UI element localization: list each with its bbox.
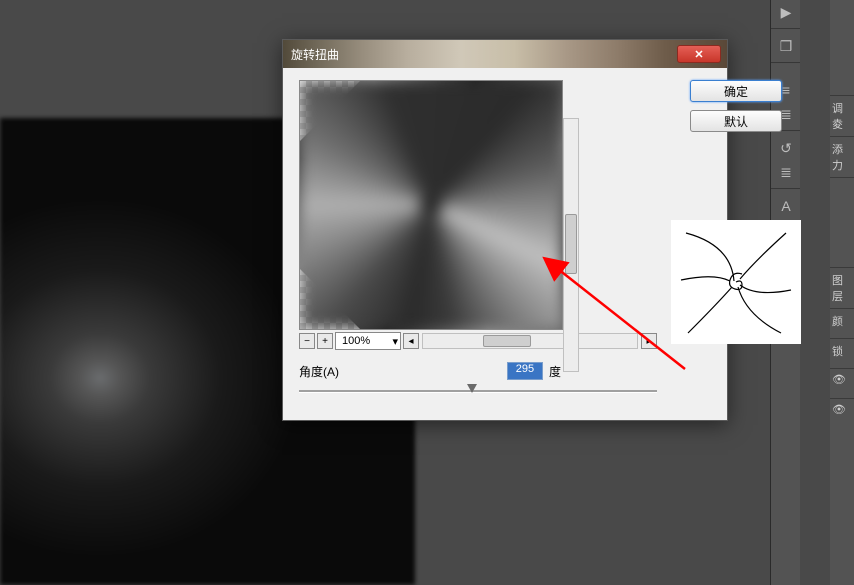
close-icon: ✕ bbox=[694, 48, 703, 61]
swirl-preview bbox=[300, 81, 562, 329]
twirl-diagram-icon bbox=[671, 220, 801, 344]
panel-adjust[interactable]: 调夌 bbox=[830, 95, 854, 136]
zoom-out-button[interactable]: − bbox=[299, 333, 315, 349]
zoom-in-button[interactable]: + bbox=[317, 333, 333, 349]
play-icon[interactable]: ▶ bbox=[771, 0, 801, 24]
vscroll-thumb[interactable] bbox=[565, 214, 577, 274]
default-button[interactable]: 默认 bbox=[690, 110, 782, 132]
angle-input[interactable]: 295 bbox=[507, 362, 543, 380]
preview-image bbox=[299, 80, 563, 330]
twirl-dialog: 旋转扭曲 ✕ − + 100% ▾ ◂ bbox=[282, 39, 728, 421]
ok-button[interactable]: 确定 bbox=[690, 80, 782, 102]
panel-lock[interactable]: 锁 bbox=[830, 338, 854, 368]
dialog-titlebar[interactable]: 旋转扭曲 ✕ bbox=[283, 40, 727, 68]
angle-unit: 度 bbox=[549, 363, 561, 380]
hscroll[interactable] bbox=[422, 333, 638, 349]
cube-icon[interactable]: ❒ bbox=[771, 34, 801, 58]
panel-spacer bbox=[830, 177, 854, 267]
chevron-down-icon: ▾ bbox=[392, 335, 398, 348]
panel-layers[interactable]: 图层 bbox=[830, 267, 854, 308]
dialog-title: 旋转扭曲 bbox=[291, 46, 339, 63]
panel-add[interactable]: 添力 bbox=[830, 136, 854, 177]
angle-slider[interactable] bbox=[299, 384, 657, 398]
zoom-select[interactable]: 100% ▾ bbox=[335, 332, 401, 350]
zoom-value: 100% bbox=[342, 335, 370, 347]
vscroll[interactable] bbox=[563, 118, 579, 372]
angle-label: 角度(A) bbox=[299, 363, 501, 380]
hscroll-thumb[interactable] bbox=[483, 335, 531, 347]
slider-thumb[interactable] bbox=[467, 384, 477, 393]
vis-icon-1[interactable]: 👁 bbox=[830, 368, 854, 398]
panel-color[interactable]: 颜 bbox=[830, 308, 854, 338]
vis-icon-2[interactable]: 👁 bbox=[830, 398, 854, 428]
close-button[interactable]: ✕ bbox=[677, 45, 721, 63]
hscroll-right-button[interactable]: ▸ bbox=[641, 333, 657, 349]
hscroll-left-button[interactable]: ◂ bbox=[403, 333, 419, 349]
panel-right: 调夌 添力 图层 颜 锁 👁 👁 bbox=[830, 0, 854, 585]
